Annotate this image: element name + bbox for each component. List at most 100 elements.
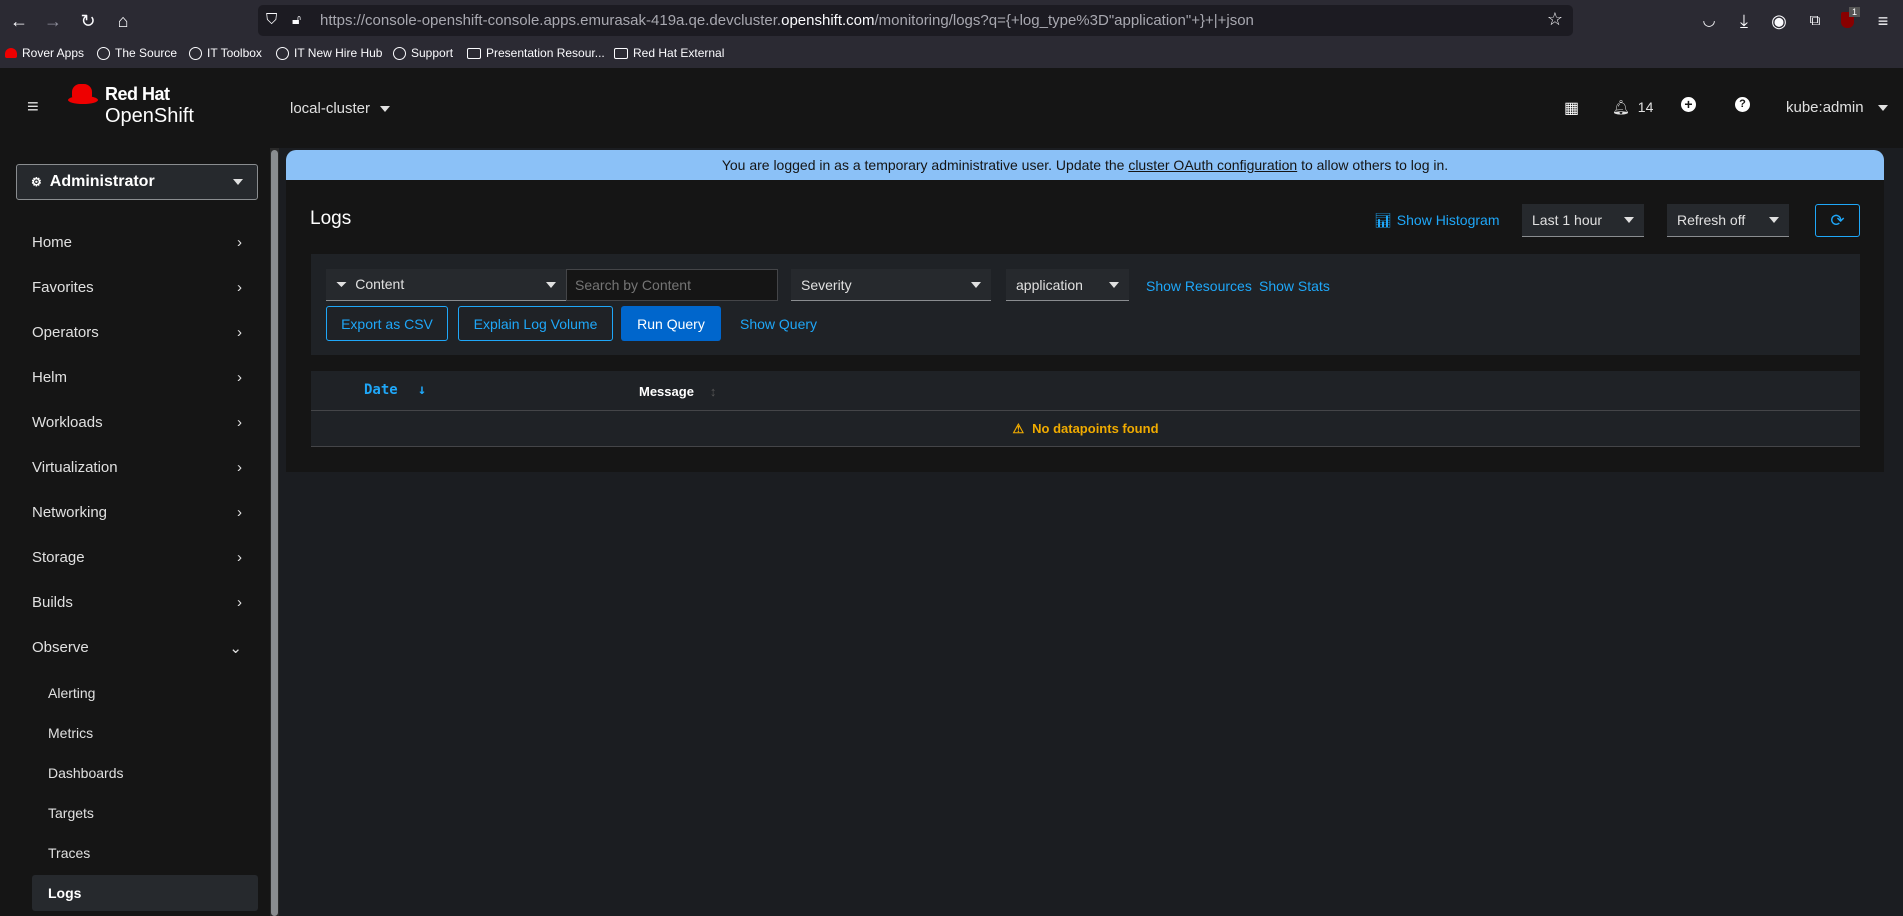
bookmark-label: Rover Apps	[22, 46, 85, 60]
oauth-config-link[interactable]: cluster OAuth configuration	[1128, 157, 1297, 173]
bookmark-label: The Source	[115, 46, 178, 60]
sidebar-item-helm[interactable]: Helm ›	[32, 369, 242, 386]
show-resources-link[interactable]: Show Resources	[1146, 278, 1252, 294]
cluster-selector[interactable]: local-cluster	[290, 100, 391, 117]
column-message[interactable]: Message ↕	[639, 384, 716, 399]
shield-icon[interactable]: ⛉	[266, 11, 277, 28]
user-name: kube:admin	[1786, 99, 1864, 116]
sidebar-item-operators[interactable]: Operators ›	[32, 324, 242, 341]
sidebar-item-home[interactable]: Home ›	[32, 234, 242, 251]
explain-log-volume-button[interactable]: Explain Log Volume	[458, 306, 613, 341]
warning-icon: ⚠	[1012, 420, 1025, 436]
sidebar-item-metrics[interactable]: Metrics	[48, 725, 93, 741]
sidebar-item-networking[interactable]: Networking ›	[32, 504, 242, 521]
caret-down-icon	[1109, 281, 1119, 288]
url-text[interactable]: https://console-openshift-console.apps.e…	[320, 12, 1254, 29]
sidebar-item-dashboards[interactable]: Dashboards	[48, 765, 124, 781]
account-icon[interactable]: ◉	[1768, 10, 1790, 32]
sync-icon: ⟳	[1830, 210, 1845, 230]
help-icon[interactable]: ?	[1735, 97, 1750, 112]
forward-icon[interactable]: →	[42, 10, 64, 32]
reload-icon[interactable]: ↻	[77, 10, 99, 32]
masthead: ≡ Red Hat OpenShift local-cluster ▦ 🔔︎ 14…	[0, 68, 1903, 148]
caret-down-icon	[1624, 217, 1634, 223]
run-query-button[interactable]: Run Query	[621, 306, 721, 341]
bookmark-rover-apps[interactable]: Rover Apps	[5, 46, 84, 60]
add-icon[interactable]: +	[1681, 97, 1696, 112]
extension-badge: 1	[1849, 7, 1861, 17]
tenant-select[interactable]: application	[1006, 269, 1129, 301]
query-toolbar: ⏷Content Severity application Show Resou…	[311, 254, 1860, 355]
caret-down-icon	[546, 281, 556, 288]
perspective-label: Administrator	[49, 173, 155, 190]
show-query-link[interactable]: Show Query	[740, 316, 817, 332]
bookmark-red-hat-external[interactable]: Red Hat External	[614, 46, 724, 60]
chevron-right-icon: ›	[237, 414, 242, 431]
sort-down-icon: ↓	[417, 382, 427, 398]
sidebar-item-alerting[interactable]: Alerting	[48, 685, 95, 701]
filter-attribute-select[interactable]: ⏷ Content	[326, 269, 566, 301]
column-date[interactable]: Date ↓	[364, 382, 426, 398]
chevron-right-icon: ›	[237, 549, 242, 566]
back-icon[interactable]: ←	[8, 10, 30, 32]
bookmark-label: Red Hat External	[633, 46, 725, 60]
bookmark-it-toolbox[interactable]: IT Toolbox	[189, 46, 262, 60]
bookmark-label: Presentation Resour...	[486, 46, 605, 60]
chevron-right-icon: ›	[237, 369, 242, 386]
brand-line1: Red Hat	[105, 84, 170, 104]
time-range-select[interactable]: Last 1 hour	[1522, 204, 1644, 237]
bookmark-support[interactable]: Support	[393, 46, 453, 60]
sidebar-item-traces[interactable]: Traces	[48, 845, 90, 861]
chart-icon: 📊︎	[1374, 212, 1392, 228]
page-title: Logs	[310, 208, 352, 229]
brand-line2: OpenShift	[105, 105, 194, 127]
show-histogram-button[interactable]: 📊︎ Show Histogram	[1374, 212, 1499, 229]
sidebar-item-logs[interactable]: Logs	[32, 875, 258, 911]
bookmark-the-source[interactable]: The Source	[97, 46, 177, 60]
pocket-icon[interactable]: ◡	[1698, 10, 1720, 32]
menu-icon[interactable]: ≡	[1872, 10, 1894, 32]
redhat-logo-icon	[68, 84, 98, 106]
bookmark-it-new-hire-hub[interactable]: IT New Hire Hub	[276, 46, 382, 60]
sidebar-item-workloads[interactable]: Workloads ›	[32, 414, 242, 431]
chevron-right-icon: ›	[237, 279, 242, 296]
bookmark-star-icon[interactable]: ☆	[1547, 9, 1563, 30]
bell-icon: 🔔︎	[1612, 99, 1630, 115]
url-suffix: /monitoring/logs?q={+log_type%3D"applica…	[874, 12, 1254, 29]
export-csv-button[interactable]: Export as CSV	[326, 306, 448, 341]
user-menu[interactable]: kube:admin	[1786, 99, 1888, 116]
sidebar-item-targets[interactable]: Targets	[48, 805, 94, 821]
download-icon[interactable]: ⤓	[1733, 10, 1755, 32]
url-bar[interactable]: ⛉ 🔓︎ https://console-openshift-console.a…	[258, 5, 1573, 36]
sidebar-item-favorites[interactable]: Favorites ›	[32, 279, 242, 296]
perspective-switcher[interactable]: ⚙ Administrator	[16, 164, 258, 200]
notification-count: 14	[1637, 99, 1654, 115]
sidebar-item-virtualization[interactable]: Virtualization ›	[32, 459, 242, 476]
severity-select[interactable]: Severity	[791, 269, 991, 301]
show-stats-link[interactable]: Show Stats	[1259, 278, 1330, 294]
hamburger-icon[interactable]: ≡	[27, 96, 39, 119]
extensions-icon[interactable]: ⧉	[1804, 10, 1826, 32]
sidebar-item-observe[interactable]: Observe ⌄	[32, 639, 242, 657]
caret-down-icon	[233, 179, 243, 185]
chevron-right-icon: ›	[237, 594, 242, 611]
sidebar-item-builds[interactable]: Builds ›	[32, 594, 242, 611]
refresh-interval-select[interactable]: Refresh off	[1667, 204, 1789, 237]
home-icon[interactable]: ⌂	[112, 10, 134, 32]
notifications-button[interactable]: 🔔︎ 14	[1612, 99, 1653, 116]
search-content-input[interactable]	[566, 269, 778, 301]
bookmark-presentation[interactable]: Presentation Resour...	[467, 46, 605, 60]
refresh-button[interactable]: ⟳	[1815, 204, 1860, 237]
bookmark-label: IT New Hire Hub	[294, 46, 383, 60]
sidebar-item-storage[interactable]: Storage ›	[32, 549, 242, 566]
sidebar-scrollbar-thumb[interactable]	[271, 150, 278, 916]
chevron-right-icon: ›	[237, 504, 242, 521]
chevron-right-icon: ›	[237, 234, 242, 251]
app-launcher-icon[interactable]: ▦	[1564, 98, 1579, 118]
logs-page: You are logged in as a temporary adminis…	[286, 150, 1884, 472]
lock-icon[interactable]: 🔓︎	[292, 11, 301, 28]
temporary-admin-banner: You are logged in as a temporary adminis…	[286, 150, 1884, 180]
globe-icon	[276, 46, 289, 60]
caret-down-icon	[1769, 217, 1779, 223]
folder-icon	[467, 47, 481, 59]
